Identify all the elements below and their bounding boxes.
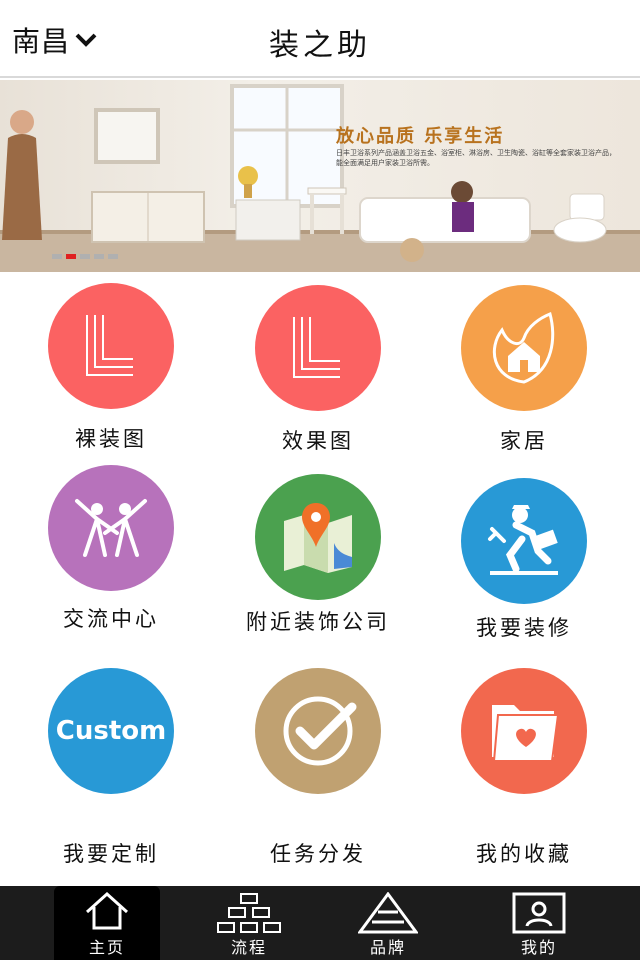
leaf-house-icon	[492, 311, 555, 384]
tile-circle	[255, 474, 381, 600]
tile-circle	[461, 668, 587, 794]
tile-favorites[interactable]: 我的收藏	[434, 668, 614, 868]
home-icon	[85, 892, 129, 930]
carousel-indicators	[52, 254, 118, 259]
banner-headline: 放心品质 乐享生活	[336, 126, 505, 147]
tile-label: 家居	[500, 429, 548, 453]
tile-home-furnishing[interactable]: 家居	[434, 285, 614, 455]
tile-circle	[255, 668, 381, 794]
nav-item-brand[interactable]: 品牌	[335, 886, 441, 960]
tile-circle	[48, 283, 174, 409]
nav-label: 流程	[230, 938, 267, 957]
tile-label: 我要定制	[63, 842, 159, 866]
tile-label: 裸装图	[75, 427, 147, 451]
nav-label: 我的	[520, 938, 557, 957]
tile-circle	[461, 285, 587, 411]
check-icon	[283, 696, 357, 766]
top-bar: 南昌 装之助	[0, 0, 640, 78]
custom-icon: Custom	[55, 716, 167, 746]
map-pin-icon	[284, 503, 352, 573]
tile-renovate[interactable]: 我要装修	[434, 478, 614, 642]
tile-label: 我要装修	[476, 616, 572, 640]
nav-item-home[interactable]: 主页	[54, 886, 160, 960]
tile-nearby-companies[interactable]: 附近装饰公司	[228, 474, 408, 636]
pyramid-icon	[358, 892, 418, 934]
tile-label: 效果图	[282, 429, 354, 453]
tile-label: 附近装饰公司	[246, 610, 390, 634]
tile-label: 我的收藏	[476, 842, 572, 866]
banner-description: 日丰卫浴系列产品涵盖卫浴五金、浴室柜、淋浴房、卫生陶瓷、浴缸等全套家装卫浴产品，…	[336, 149, 616, 167]
tile-circle	[48, 465, 174, 591]
carousel-dot-active[interactable]	[66, 254, 76, 259]
carousel-dot[interactable]	[94, 254, 104, 259]
promo-banner[interactable]: 放心品质 乐享生活 日丰卫浴系列产品涵盖卫浴五金、浴室柜、淋浴房、卫生陶瓷、浴缸…	[0, 80, 640, 272]
tile-community[interactable]: 交流中心	[21, 465, 201, 633]
flowchart-icon	[217, 893, 281, 933]
bathroom-banner-image	[0, 84, 640, 272]
tile-customize[interactable]: Custom 我要定制	[21, 668, 201, 868]
tile-label: 交流中心	[63, 607, 159, 631]
carousel-dot[interactable]	[52, 254, 62, 259]
tile-circle	[461, 478, 587, 604]
tile-label: 任务分发	[270, 842, 366, 866]
tile-circle: Custom	[48, 668, 174, 794]
app-title: 装之助	[269, 28, 371, 63]
people-cheer-icon	[75, 499, 147, 557]
nav-item-mine[interactable]: 我的	[486, 886, 592, 960]
nav-item-process[interactable]: 流程	[196, 886, 302, 960]
l-lines-icon	[86, 315, 133, 376]
carousel-dot[interactable]	[108, 254, 118, 259]
carousel-dot[interactable]	[80, 254, 90, 259]
bottom-nav: 主页 流程 品牌 我的	[0, 886, 640, 960]
tile-effect-images[interactable]: 效果图	[228, 285, 408, 455]
tile-circle	[255, 285, 381, 411]
l-lines-icon	[293, 317, 340, 378]
folder-heart-icon	[492, 705, 560, 762]
nav-label: 品牌	[369, 938, 406, 957]
profile-icon	[512, 892, 566, 934]
worker-icon	[488, 505, 558, 575]
tile-task-dispatch[interactable]: 任务分发	[228, 668, 408, 868]
tile-bare-decoration[interactable]: 裸装图	[21, 283, 201, 453]
nav-label: 主页	[88, 938, 125, 957]
